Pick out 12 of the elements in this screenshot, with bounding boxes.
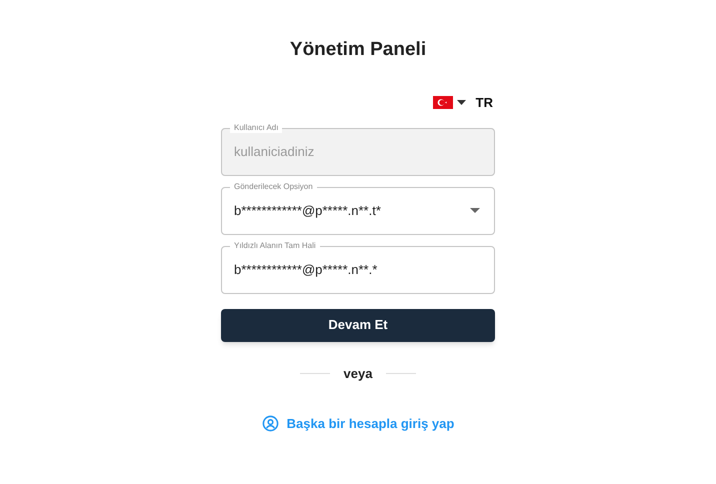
field-label: Gönderilecek Opsiyon: [230, 182, 317, 192]
dropdown-caret-icon: [470, 208, 480, 213]
page-title: Yönetim Paneli: [290, 38, 426, 62]
field-label: Yıldızlı Alanın Tam Hali: [230, 240, 320, 250]
flag-icon: [432, 96, 453, 109]
language-code: TR: [476, 94, 493, 112]
divider-text: veya: [344, 364, 372, 383]
continue-button[interactable]: Devam Et: [221, 308, 495, 342]
user-icon: [262, 415, 279, 432]
field-label: Kullanıcı Adı: [230, 122, 282, 132]
language-selector[interactable]: [432, 96, 466, 109]
caret-icon: [456, 100, 466, 105]
